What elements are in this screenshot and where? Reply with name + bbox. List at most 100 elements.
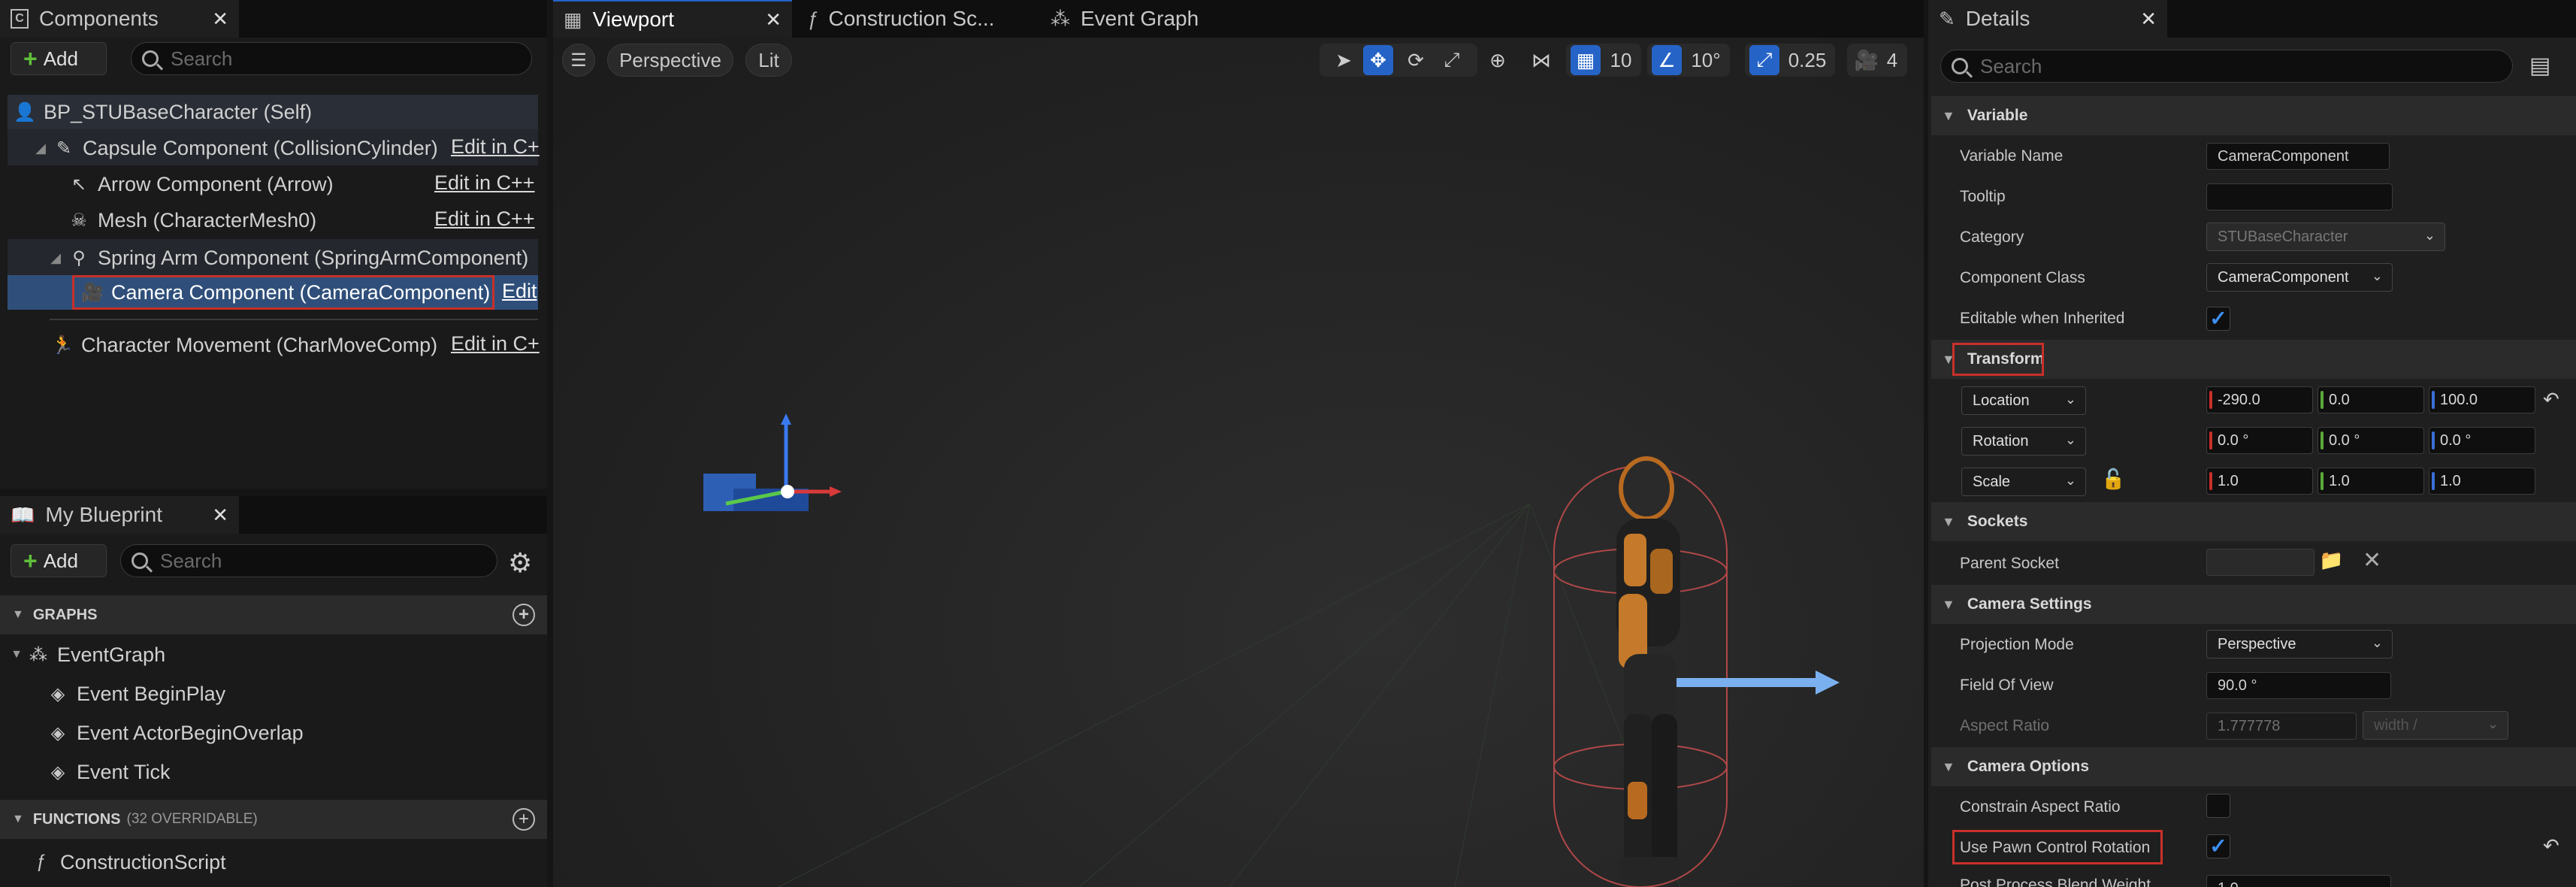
grid-snap-value[interactable]: 10: [1605, 45, 1637, 75]
viewport-canvas[interactable]: [553, 38, 1924, 887]
rotation-z-input[interactable]: 0.0 °: [2429, 427, 2535, 454]
tooltip-input[interactable]: [2206, 183, 2393, 210]
collapse-icon: ▼: [12, 813, 24, 825]
scale-x-input[interactable]: 1.0: [2206, 468, 2313, 495]
component-class-dropdown[interactable]: CameraComponent ⌄: [2206, 263, 2393, 292]
edit-in-cpp-link[interactable]: Edit in C+: [451, 332, 540, 356]
rotation-snap-value[interactable]: 10°: [1686, 45, 1725, 75]
blueprint-search-input[interactable]: Search: [120, 544, 497, 577]
tab-components[interactable]: C Components ✕: [0, 0, 239, 38]
event-label: Event BeginPlay: [77, 682, 226, 705]
projection-mode-dropdown[interactable]: Perspective ⌄: [2206, 630, 2393, 658]
close-icon[interactable]: ✕: [2140, 8, 2157, 31]
world-local-icon[interactable]: ⊕: [1482, 45, 1513, 75]
rotation-y-input[interactable]: 0.0 °: [2317, 427, 2424, 454]
perspective-button[interactable]: Perspective: [607, 44, 733, 77]
scale-tool-icon[interactable]: ⤢: [1437, 45, 1467, 75]
tab-event-graph[interactable]: ⁂ Event Graph: [1040, 0, 1265, 38]
edit-in-cpp-link[interactable]: Edit in C++: [434, 171, 535, 195]
rotate-tool-icon[interactable]: ⟳: [1401, 45, 1431, 75]
category-dropdown[interactable]: STUBaseCharacter ⌄: [2206, 223, 2445, 251]
tab-viewport[interactable]: ▦ Viewport ✕: [553, 0, 792, 38]
location-z-input[interactable]: 100.0: [2429, 386, 2535, 413]
close-icon[interactable]: ✕: [765, 8, 782, 32]
browse-socket-icon[interactable]: 📁: [2319, 549, 2343, 572]
graphs-header[interactable]: ▼ GRAPHS +: [0, 595, 547, 634]
scale-mode-dropdown[interactable]: Scale ⌄: [1961, 468, 2086, 496]
rotation-mode-dropdown[interactable]: Rotation ⌄: [1961, 427, 2086, 456]
section-camera-options[interactable]: ▼ Camera Options: [1931, 747, 2576, 786]
tab-construction-script[interactable]: ƒ Construction Sc...: [797, 0, 1037, 38]
viewport-menu-button[interactable]: ☰: [562, 44, 595, 77]
reset-to-default-icon[interactable]: ↶: [2543, 388, 2559, 411]
camera-speed-value[interactable]: 4: [1880, 45, 1904, 75]
close-icon[interactable]: ✕: [212, 504, 228, 527]
character-mesh: [1616, 456, 1680, 879]
settings-gear-icon[interactable]: ⚙: [508, 547, 532, 579]
expand-chevron-icon[interactable]: ◢: [33, 141, 48, 156]
scale-z-input[interactable]: 1.0: [2429, 468, 2535, 495]
clear-socket-icon[interactable]: ✕: [2363, 547, 2381, 574]
add-graph-icon[interactable]: +: [512, 604, 535, 626]
skeleton-icon: ☠: [71, 210, 87, 231]
edit-in-cpp-link[interactable]: Edit in C++: [434, 207, 535, 231]
close-icon[interactable]: ✕: [212, 8, 228, 31]
move-tool-icon[interactable]: ✥: [1363, 45, 1393, 75]
expand-chevron-icon[interactable]: ◢: [48, 250, 63, 266]
tree-item-arrow[interactable]: ↖ Arrow Component (Arrow): [68, 167, 334, 201]
tree-item-camera[interactable]: 🎥 Camera Component (CameraComponent): [81, 275, 490, 310]
component-class-label: Component Class: [1960, 269, 2085, 286]
tree-label: Mesh (CharacterMesh0): [98, 208, 317, 232]
location-x-input[interactable]: -290.0: [2206, 386, 2313, 413]
event-item[interactable]: ◈ Event BeginPlay: [47, 677, 225, 711]
post-process-value: 1.0: [2218, 880, 2239, 887]
event-graph-item[interactable]: ▼ ⁂ EventGraph: [9, 637, 165, 672]
scale-snap-icon[interactable]: ⤢: [1749, 45, 1779, 75]
components-search-input[interactable]: Search: [131, 42, 532, 75]
edit-in-cpp-link[interactable]: Edit: [502, 280, 537, 303]
location-y-input[interactable]: 0.0: [2317, 386, 2424, 413]
section-sockets[interactable]: ▼ Sockets: [1931, 502, 2576, 541]
rotation-snap-icon[interactable]: ∠: [1652, 45, 1682, 75]
post-process-input[interactable]: 1.0: [2206, 875, 2391, 887]
functions-header[interactable]: ▼ FUNCTIONS (32 OVERRIDABLE) +: [0, 800, 547, 839]
grid-snap-icon[interactable]: ▦: [1571, 45, 1601, 75]
section-camera-settings[interactable]: ▼ Camera Settings: [1931, 585, 2576, 624]
tree-item-capsule[interactable]: ◢ ✎ Capsule Component (CollisionCylinder…: [33, 131, 438, 165]
pawn-control-rotation-checkbox[interactable]: ✓: [2206, 834, 2230, 858]
function-icon: ƒ: [36, 852, 47, 872]
section-variable[interactable]: ▼ Variable: [1931, 96, 2576, 135]
select-tool-icon[interactable]: ➤: [1329, 45, 1359, 75]
tab-my-blueprint[interactable]: 📖 My Blueprint ✕: [0, 496, 239, 534]
constrain-aspect-checkbox[interactable]: [2206, 794, 2230, 818]
rotation-x-input[interactable]: 0.0 °: [2206, 427, 2313, 454]
tree-item-self[interactable]: 👤 BP_STUBaseCharacter (Self): [14, 95, 312, 129]
add-function-icon[interactable]: +: [512, 808, 535, 831]
camera-speed-icon[interactable]: 🎥: [1852, 45, 1882, 75]
reset-to-default-icon[interactable]: ↶: [2543, 834, 2559, 858]
surface-snap-icon[interactable]: ⋈: [1525, 45, 1557, 75]
tab-details[interactable]: ✎ Details ✕: [1928, 0, 2167, 38]
location-mode-dropdown[interactable]: Location ⌄: [1961, 386, 2086, 415]
tree-item-mesh[interactable]: ☠ Mesh (CharacterMesh0): [68, 203, 316, 238]
event-item[interactable]: ◈ Event ActorBeginOverlap: [47, 716, 304, 750]
lit-button[interactable]: Lit: [745, 44, 792, 77]
transform-highlight: [1952, 343, 2044, 376]
scale-y-input[interactable]: 1.0: [2317, 468, 2424, 495]
edit-in-cpp-link[interactable]: Edit in C+: [451, 135, 540, 159]
scale-snap-value[interactable]: 0.25: [1784, 45, 1831, 75]
lock-icon[interactable]: 🔓: [2101, 468, 2125, 491]
event-item[interactable]: ◈ Event Tick: [47, 755, 171, 789]
details-search-input[interactable]: Search: [1940, 50, 2513, 83]
property-matrix-icon[interactable]: ▤: [2529, 53, 2550, 79]
add-blueprint-button[interactable]: + Add: [11, 544, 107, 577]
add-component-button[interactable]: + Add: [11, 42, 107, 75]
collapse-icon[interactable]: ▼: [9, 648, 24, 661]
tree-item-spring-arm[interactable]: ◢ ⚲ Spring Arm Component (SpringArmCompo…: [48, 241, 528, 275]
editable-inherited-checkbox[interactable]: ✓: [2206, 307, 2230, 331]
field-of-view-input[interactable]: 90.0 °: [2206, 672, 2391, 699]
function-item[interactable]: ƒ ConstructionScript: [30, 845, 225, 879]
parent-socket-field[interactable]: [2206, 549, 2314, 576]
variable-name-input[interactable]: CameraComponent: [2206, 143, 2390, 170]
tree-item-movement[interactable]: 🏃 Character Movement (CharMoveComp): [51, 328, 437, 362]
